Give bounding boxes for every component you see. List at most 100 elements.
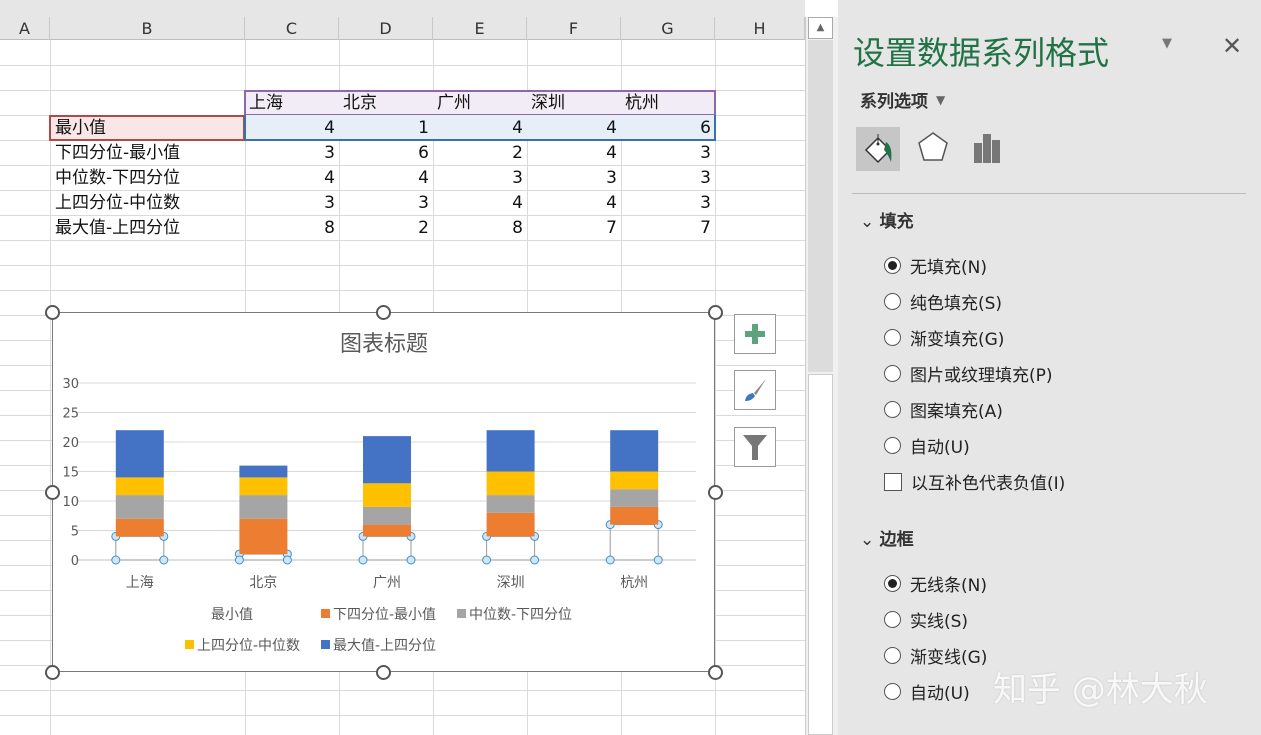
selection-handle[interactable] [530,555,540,565]
column-header-H[interactable]: H [715,17,805,40]
bar-segment-上四分位-中位数[interactable] [610,471,659,490]
bar-segment-下四分位-最小值[interactable] [239,518,288,555]
row-label-cell[interactable]: 最大值-上四分位 [51,216,184,241]
column-header-cell[interactable]: 深圳 [527,91,569,116]
radio-option[interactable]: 自动(U) [884,679,970,704]
bar-segment-下四分位-最小值[interactable] [610,506,659,525]
value-cell[interactable]: 3 [527,166,621,191]
bar-segment-上四分位-中位数[interactable] [363,483,411,507]
value-cell[interactable]: 8 [245,216,339,241]
radio-button[interactable] [884,437,901,454]
radio-option[interactable]: 自动(U) [884,433,970,458]
radio-option[interactable]: 图案填充(A) [884,397,1003,422]
scroll-thumb[interactable] [808,40,833,372]
bar-segment-最大值-上四分位[interactable] [239,465,288,478]
value-cell[interactable]: 3 [621,141,715,166]
bar-segment-最大值-上四分位[interactable] [486,430,535,472]
border-section-header[interactable]: ⌄ 边框 [860,525,914,550]
selection-handle[interactable] [111,555,121,565]
radio-button[interactable] [884,683,901,700]
value-cell[interactable]: 4 [433,116,527,141]
radio-option[interactable]: 图片或纹理填充(P) [884,361,1053,386]
radio-option[interactable]: 渐变线(G) [884,643,987,668]
column-header-C[interactable]: C [245,17,339,40]
row-label-cell[interactable]: 上四分位-中位数 [51,191,184,216]
row-label-cell[interactable]: 下四分位-最小值 [51,141,184,166]
value-cell[interactable]: 6 [621,116,715,141]
radio-button[interactable] [884,401,901,418]
bar-segment-最小值[interactable] [115,535,165,561]
resize-handle[interactable] [708,665,723,680]
resize-handle[interactable] [45,485,60,500]
selection-handle[interactable] [159,555,169,565]
value-cell[interactable]: 3 [621,191,715,216]
radio-button[interactable] [884,647,901,664]
legend-entry[interactable]: 最大值-上四分位 [333,638,436,654]
legend-entry[interactable]: 下四分位-最小值 [333,607,436,623]
bar-segment-最小值[interactable] [238,553,288,561]
value-cell[interactable]: 7 [621,216,715,241]
bar-segment-最大值-上四分位[interactable] [115,430,164,478]
bar-segment-最小值[interactable] [362,535,412,561]
column-header-A[interactable]: A [0,17,50,40]
selection-handle[interactable] [482,555,492,565]
value-cell[interactable]: 4 [527,191,621,216]
selection-handle[interactable] [282,555,292,565]
radio-button[interactable] [884,257,901,274]
chart[interactable]: 图表标题 0 5 10 15 20 25 30 上海 北京 广州 深圳 杭州 最小值 下四分位-最小值 中位数… [52,312,715,672]
value-cell[interactable]: 4 [339,166,433,191]
row-label-cell[interactable]: 中位数-下四分位 [51,166,184,191]
bar-segment-中位数-下四分位[interactable] [239,495,288,519]
radio-button[interactable] [884,329,901,346]
value-cell[interactable]: 2 [339,216,433,241]
radio-option[interactable]: 实线(S) [884,607,968,632]
value-cell[interactable]: 4 [245,116,339,141]
fill-section-header[interactable]: ⌄ 填充 [860,207,914,232]
column-header-D[interactable]: D [339,17,433,40]
selection-handle[interactable] [605,555,615,565]
resize-handle[interactable] [708,485,723,500]
resize-handle[interactable] [45,665,60,680]
value-cell[interactable]: 7 [527,216,621,241]
bar-segment-上四分位-中位数[interactable] [486,471,535,496]
bar-segment-中位数-下四分位[interactable] [486,495,535,513]
resize-handle[interactable] [376,305,391,320]
value-cell[interactable]: 8 [433,216,527,241]
resize-handle[interactable] [45,305,60,320]
value-cell[interactable]: 4 [527,141,621,166]
chart-elements-button[interactable] [734,314,776,354]
selection-handle[interactable] [406,555,416,565]
selection-handle[interactable] [358,555,368,565]
fill-line-tab[interactable] [856,127,900,171]
chart-title[interactable]: 图表标题 [340,332,428,357]
bar-segment-最小值[interactable] [609,524,659,561]
radio-option[interactable]: 无线条(N) [884,571,987,596]
column-header-G[interactable]: G [621,17,715,40]
bar-segment-上四分位-中位数[interactable] [115,477,164,496]
bar-segment-下四分位-最小值[interactable] [486,512,535,537]
column-header-F[interactable]: F [527,17,621,40]
radio-button[interactable] [884,365,901,382]
scroll-track[interactable] [808,374,833,735]
value-cell[interactable]: 6 [339,141,433,166]
column-header-B[interactable]: B [50,17,245,40]
resize-handle[interactable] [376,665,391,680]
value-cell[interactable]: 4 [433,191,527,216]
value-cell[interactable]: 3 [245,191,339,216]
value-cell[interactable]: 4 [527,116,621,141]
value-cell[interactable]: 3 [339,191,433,216]
value-cell[interactable]: 1 [339,116,433,141]
legend-entry[interactable]: 上四分位-中位数 [197,638,300,654]
value-cell[interactable]: 4 [245,166,339,191]
close-icon[interactable]: ✕ [1222,32,1242,60]
column-header-cell[interactable]: 杭州 [621,91,663,116]
invert-negative-checkbox[interactable]: 以互补色代表负值(I) [884,469,1065,494]
row-label-cell[interactable]: 最小值 [51,116,110,141]
value-cell[interactable]: 2 [433,141,527,166]
bar-segment-下四分位-最小值[interactable] [115,518,164,537]
bar-segment-最小值[interactable] [486,535,536,561]
legend-entry[interactable]: 最小值 [211,607,253,623]
effects-tab[interactable] [916,130,950,172]
column-header-cell[interactable]: 上海 [245,91,287,116]
radio-button[interactable] [884,575,901,592]
